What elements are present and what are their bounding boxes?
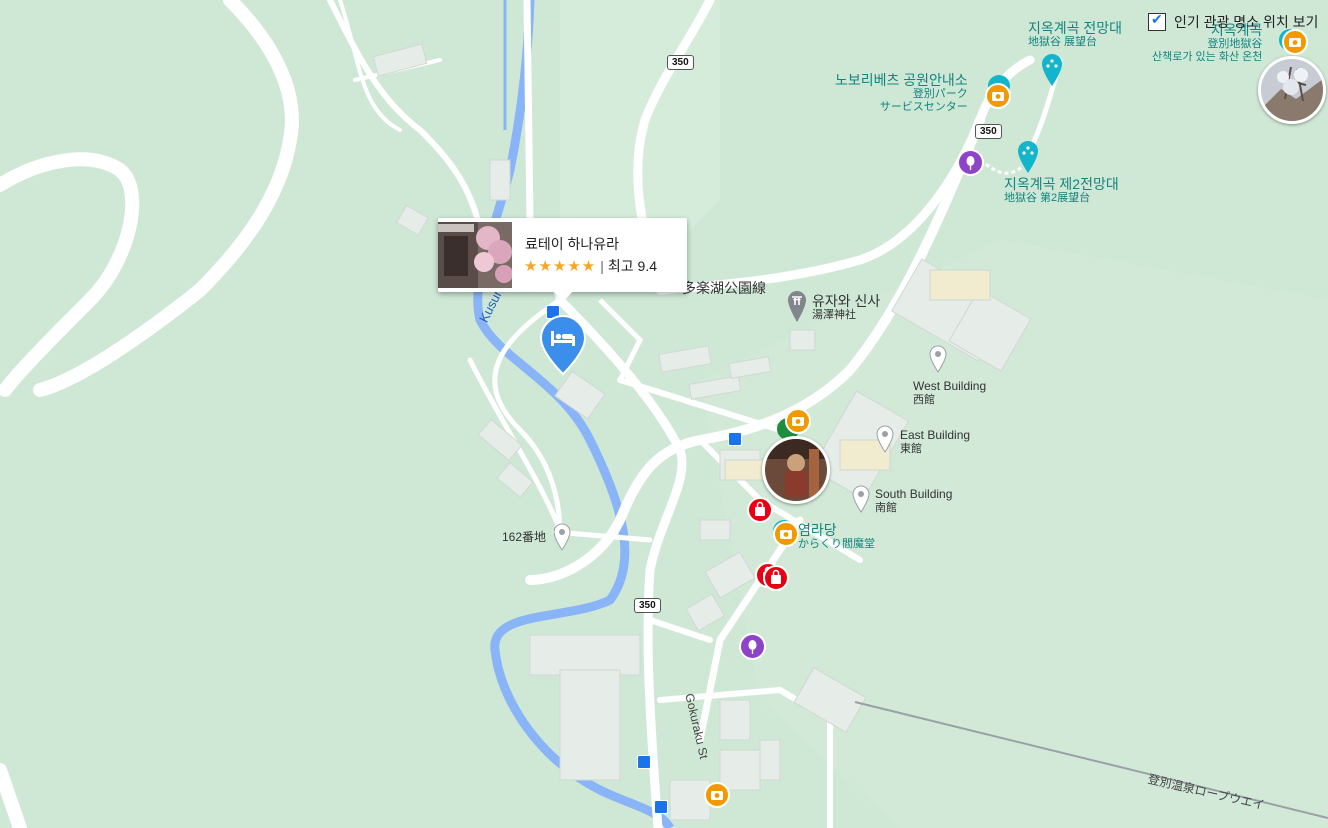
- photo-pin-jigokudani[interactable]: [1258, 56, 1326, 124]
- map-pin-icon[interactable]: [929, 345, 947, 373]
- label-enmado[interactable]: 염라당 からくり閻魔堂: [798, 522, 875, 551]
- camera-icon[interactable]: [773, 521, 799, 547]
- hotel-rating: ★★★★★ | 최고 9.4: [524, 258, 658, 275]
- viewpoint-pin-icon[interactable]: [1017, 140, 1039, 174]
- hotel-rating-label: 최고 9.4: [607, 258, 658, 274]
- label-west-building[interactable]: West Building 西館: [913, 379, 986, 406]
- park-line-label: 多楽湖公園線: [682, 280, 766, 296]
- card-pointer: [553, 291, 573, 302]
- label-yuzawa-shrine[interactable]: 유자와 신사 湯澤神社: [812, 293, 880, 322]
- label-jigoku-observatory[interactable]: 지옥계곡 전망대 地獄谷 展望台: [1028, 20, 1122, 49]
- statue-photo: [765, 439, 827, 501]
- balloon-icon[interactable]: [957, 149, 984, 176]
- route-shield-350: 350: [634, 598, 661, 613]
- camera-icon[interactable]: [785, 408, 811, 434]
- shrine-pin-icon[interactable]: [787, 290, 807, 324]
- route-shield-350: 350: [667, 55, 694, 70]
- label-162-banchi[interactable]: 162番地: [502, 530, 546, 545]
- hotel-name: 료테이 하나유라: [525, 236, 620, 252]
- label-east-building[interactable]: East Building 東館: [900, 428, 970, 455]
- camera-icon[interactable]: [704, 782, 730, 808]
- map-pin-icon[interactable]: [852, 485, 870, 513]
- bus-stop-icon[interactable]: [654, 800, 668, 814]
- star-rating-icon: ★★★★★: [524, 258, 597, 275]
- snowy-tree-photo: [1261, 59, 1323, 121]
- checkbox[interactable]: [1148, 11, 1166, 31]
- hotel-photo: [438, 222, 512, 288]
- show-attractions-toggle[interactable]: 인기 관광 명소 위치 보기: [1148, 11, 1319, 32]
- map-base: [0, 0, 1328, 828]
- label-south-building[interactable]: South Building 南館: [875, 487, 952, 514]
- map-pin-icon[interactable]: [553, 523, 571, 551]
- photo-pin-enmado[interactable]: [762, 436, 830, 504]
- hotel-pin-icon[interactable]: [539, 314, 587, 376]
- map-canvas[interactable]: Kusuri-Betsu River Gokuraku St 登別温泉ロープウエ…: [0, 0, 1328, 828]
- label-observatory-2[interactable]: 지옥계곡 제2전망대 地獄谷 第2展望台: [1004, 176, 1119, 205]
- camera-icon[interactable]: [1282, 29, 1308, 55]
- bus-stop-icon[interactable]: [637, 755, 651, 769]
- map-pin-icon[interactable]: [876, 425, 894, 453]
- viewpoint-pin-icon[interactable]: [1041, 53, 1063, 87]
- shopping-bag-icon[interactable]: [747, 497, 773, 523]
- balloon-icon[interactable]: [739, 633, 766, 660]
- camera-icon[interactable]: [985, 83, 1011, 109]
- label-park-service-center[interactable]: 노보리베츠 공원안내소 登別パーク サービスセンター: [835, 72, 968, 113]
- hotel-info-card[interactable]: 료테이 하나유라 ★★★★★ | 최고 9.4: [438, 218, 687, 292]
- toggle-label: 인기 관광 명소 위치 보기: [1174, 14, 1319, 30]
- bus-stop-icon[interactable]: [728, 432, 742, 446]
- shopping-bag-icon[interactable]: [763, 565, 789, 591]
- route-shield-350: 350: [975, 124, 1002, 139]
